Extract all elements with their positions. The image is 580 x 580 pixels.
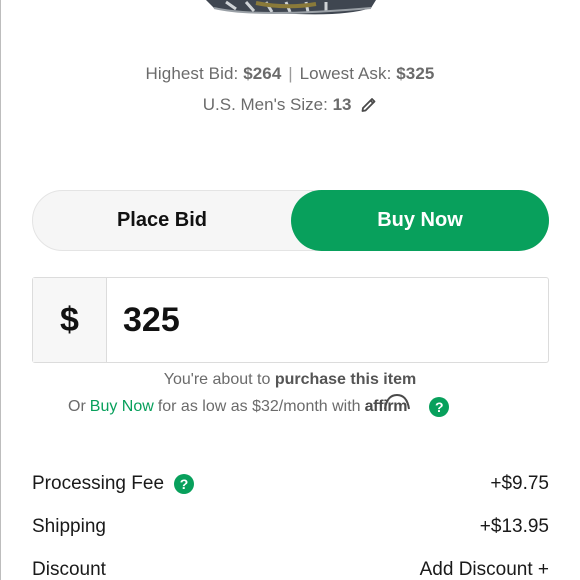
size-label: U.S. Men's Size: [202, 95, 328, 114]
processing-fee-label: Processing Fee [32, 473, 165, 494]
affirm-logo: affirm [365, 393, 411, 416]
affirm-buy-now-link[interactable]: Buy Now [90, 398, 154, 416]
price-input[interactable]: 325 [123, 278, 180, 362]
lowest-ask-value: $325 [396, 64, 435, 83]
currency-symbol: $ [33, 278, 107, 362]
highest-bid-value: $264 [243, 64, 282, 83]
question-icon[interactable]: ? [429, 397, 450, 417]
size-selector[interactable]: U.S. Men's Size: 13 [0, 95, 580, 115]
lowest-ask-label: Lowest Ask: [299, 64, 392, 83]
question-icon[interactable]: ? [174, 474, 195, 494]
left-border [0, 0, 1, 580]
fee-row-processing: Processing Fee ? +$9.75 [32, 473, 549, 495]
size-value: 13 [332, 95, 352, 114]
shipping-value: +$13.95 [479, 516, 549, 537]
tab-buy-now[interactable]: Buy Now [291, 190, 549, 251]
bid-separator: | [288, 64, 293, 83]
purchase-note-emphasis: purchase this item [274, 371, 417, 388]
affirm-text: for as low as $32/month with [157, 398, 361, 415]
product-image [206, 0, 376, 15]
add-discount-button[interactable]: Add Discount + [420, 559, 549, 580]
shipping-label: Shipping [32, 516, 106, 537]
purchase-note: You're about to purchase this item [0, 371, 580, 389]
discount-label: Discount [32, 559, 106, 580]
bid-buy-toggle: Place Bid Buy Now [32, 190, 549, 251]
affirm-prefix: Or [68, 398, 86, 415]
pencil-icon[interactable] [360, 96, 377, 113]
purchase-note-prefix: You're about to [163, 371, 271, 388]
price-input-group: $ 325 [32, 277, 549, 363]
fee-row-shipping: Shipping +$13.95 [32, 516, 549, 538]
highest-bid-label: Highest Bid: [145, 64, 239, 83]
affirm-arc-icon [384, 393, 411, 410]
processing-fee-value: +$9.75 [490, 473, 549, 494]
affirm-financing-line: Or Buy Now for as low as $32/month with … [68, 393, 450, 417]
fee-row-discount: Discount Add Discount + [32, 559, 549, 580]
bid-ask-summary: Highest Bid: $264 | Lowest Ask: $325 [0, 64, 580, 84]
tab-place-bid[interactable]: Place Bid [33, 191, 291, 250]
